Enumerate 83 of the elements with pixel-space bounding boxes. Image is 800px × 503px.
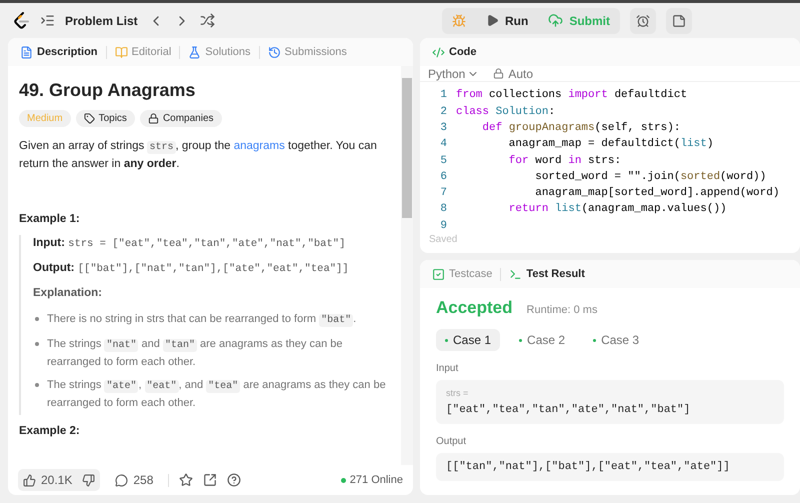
output-value: [["tan","nat"],["bat"],["eat","tea","ate"]]: [446, 461, 731, 473]
case-tab[interactable]: Case 1: [436, 329, 500, 351]
left-tab[interactable]: Editorial: [110, 41, 176, 63]
case-tab[interactable]: Case 3: [584, 329, 648, 351]
document-icon: [20, 46, 33, 58]
line-number: 3: [439, 120, 448, 136]
terminal-icon: [509, 268, 522, 280]
code-line: from collections import defaultdict: [456, 88, 688, 104]
code-line: class Solution:: [456, 104, 556, 120]
bullet-icon: [35, 383, 39, 387]
note-icon: [672, 14, 686, 28]
logo-icon[interactable]: [12, 10, 30, 30]
code-line: for word in strs:: [508, 154, 622, 169]
line-number: 5: [439, 154, 448, 169]
run-button[interactable]: Run: [476, 8, 538, 34]
example-input-text: Input: strs = ["eat","tea","tan","ate","nat","bat"]: [33, 237, 346, 250]
history-icon: [268, 46, 281, 58]
help-icon[interactable]: [227, 473, 242, 487]
code-icon: [432, 46, 445, 58]
bug-icon: [452, 14, 466, 28]
lock-icon: [148, 113, 159, 124]
list-icon[interactable]: [40, 13, 55, 28]
lock-icon: [493, 68, 504, 80]
online-count: 271 Online: [340, 474, 403, 486]
tag-chip[interactable]: Companies: [140, 110, 222, 127]
example-output-text: Output: [["bat"],["nat","tan"],["ate","eat","tea"]]: [33, 262, 350, 275]
thumbs-down-icon: [82, 474, 96, 486]
input-label: Input: [436, 363, 460, 374]
param-name: strs =: [446, 388, 470, 398]
tag-chip[interactable]: Topics: [76, 110, 135, 127]
checkbox-icon: [432, 268, 445, 280]
auto-mode-label: Auto: [493, 66, 534, 81]
language-dropdown[interactable]: Python: [428, 66, 480, 81]
thumbs-up-icon: [23, 474, 36, 486]
book-icon: [114, 46, 128, 58]
result-tab[interactable]: Test Result: [505, 263, 589, 285]
play-icon: [486, 14, 499, 27]
explanation-text: The strings "nat" and "tan" are anagrams as they can be rearranged to form each other.: [47, 337, 344, 370]
line-number: 6: [439, 170, 448, 185]
code-tab[interactable]: Code: [428, 41, 480, 63]
upload-icon: [548, 13, 564, 28]
runtime-text: Runtime: 0 ms: [526, 304, 598, 316]
comments-button[interactable]: 258: [110, 473, 158, 487]
share-icon[interactable]: [203, 473, 218, 487]
line-number: 2: [439, 104, 448, 120]
saved-status: Saved: [428, 234, 458, 247]
shuffle-icon[interactable]: [200, 13, 215, 28]
left-tab[interactable]: Submissions: [264, 41, 351, 63]
problem-list-title[interactable]: Problem List: [65, 14, 138, 28]
bullet-icon: [35, 342, 39, 346]
output-label: Output: [436, 436, 468, 447]
left-tab[interactable]: Solutions: [184, 41, 255, 63]
code-line: return list(anagram_map.values()): [508, 202, 727, 218]
example-heading: Example 1:: [19, 213, 81, 225]
code-line: def groupAnagrams(self, strs):: [481, 120, 680, 136]
explanation-text: The strings "ate" , "eat" , and "tea" are anagrams as they can be rearranged to form each other.: [47, 378, 387, 411]
code-line: anagram_map[sorted_word].append(word): [534, 186, 780, 202]
left-tab[interactable]: Description: [16, 41, 102, 63]
verdict-text: Accepted: [436, 298, 513, 318]
timer-button[interactable]: [630, 8, 656, 34]
bullet-icon: [35, 317, 39, 321]
explanation-text: There is no string in strs that can be rearranged to form "bat" .: [47, 312, 356, 329]
code-line: sorted_word = "".join(sorted(word)): [534, 170, 766, 185]
result-tab[interactable]: Testcase: [428, 263, 496, 285]
comment-icon: [115, 474, 128, 486]
line-number: 1: [439, 88, 448, 104]
flask-icon: [188, 46, 202, 58]
alarm-clock-icon: [636, 14, 650, 28]
line-number: 9: [439, 218, 448, 234]
input-value: ["eat","tea","tan","ate","nat","bat"]: [446, 404, 692, 416]
example-heading: Example 2:: [19, 425, 81, 437]
difficulty-badge: Medium: [19, 110, 71, 127]
line-number: 7: [439, 186, 448, 202]
anagrams-link[interactable]: anagrams: [234, 140, 285, 152]
line-number: 8: [439, 202, 448, 218]
star-icon[interactable]: [179, 473, 194, 487]
notes-button[interactable]: [666, 8, 692, 34]
tag-icon: [84, 113, 95, 124]
problem-title: 49. Group Anagrams: [19, 80, 196, 101]
case-tab[interactable]: Case 2: [510, 329, 574, 351]
line-number: 4: [439, 137, 448, 152]
code-line: anagram_map = defaultdict(list): [508, 137, 714, 152]
explanation-label: Explanation:: [33, 287, 104, 299]
